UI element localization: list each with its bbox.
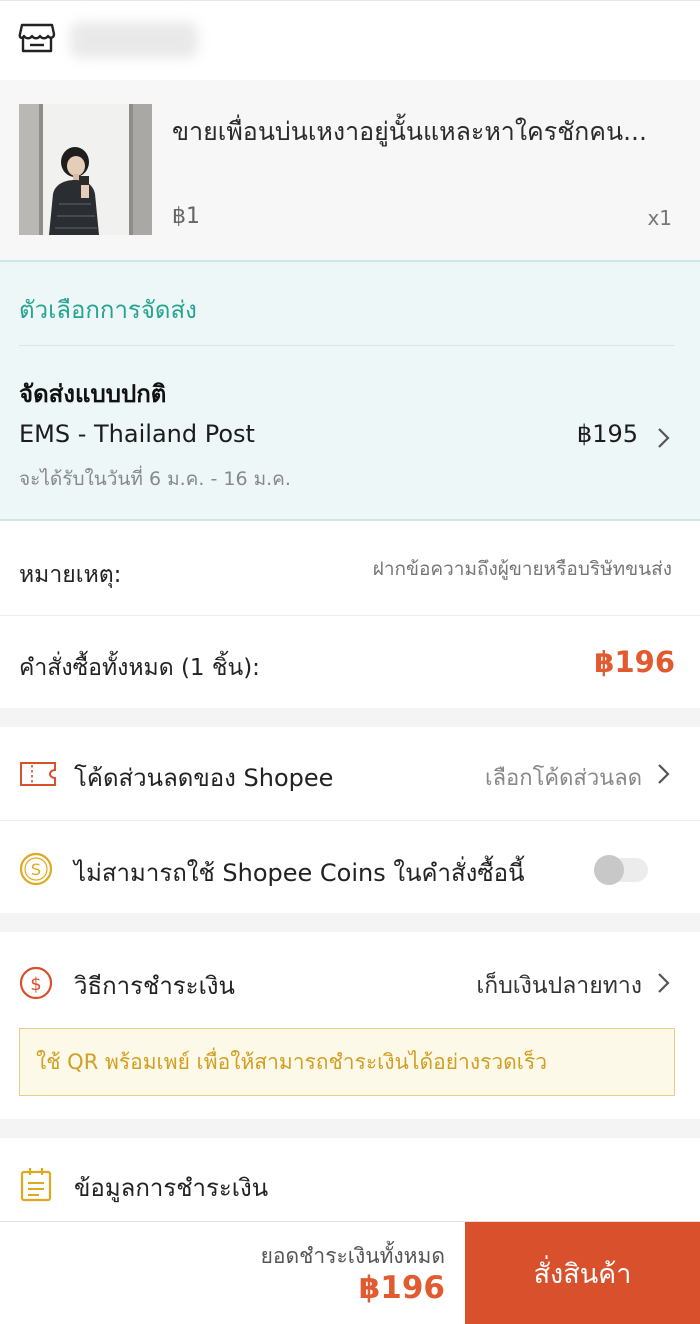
chevron-right-icon[interactable] (656, 971, 672, 995)
voucher-label: โค้ดส่วนลดของ Shopee (74, 764, 334, 792)
svg-text:S: S (31, 860, 41, 879)
footer-total-value: ฿196 (358, 1270, 445, 1306)
payment-method-label: วิธีการชำระเงิน (74, 972, 235, 1000)
voucher-ticket-icon (20, 762, 56, 786)
product-quantity: x1 (647, 206, 672, 230)
payment-info-label: ข้อมูลการชำระเงิน (74, 1174, 269, 1202)
coins-toggle[interactable] (594, 855, 624, 885)
shipping-options-heading: ตัวเลือกการจัดส่ง (19, 296, 197, 324)
shop-icon (18, 23, 56, 53)
qr-promptpay-text: ใช้ QR พร้อมเพย์ เพื่อให้สามารถชำระเงินไ… (36, 1050, 548, 1074)
coin-icon: S (19, 852, 53, 886)
shipping-type: จัดส่งแบบปกติ (19, 380, 167, 408)
order-total-value: ฿196 (594, 645, 675, 679)
shipping-eta: จะได้รับในวันที่ 6 ม.ค. - 16 ม.ค. (19, 468, 291, 490)
place-order-button[interactable]: สั่งสินค้า (465, 1222, 700, 1324)
section-gap (0, 708, 700, 727)
voucher-select-link[interactable]: เลือกโค้ดส่วนลด (485, 760, 642, 795)
product-title: ขายเพื่อนบ่นเหงาอยู่นั้นแหละหาใครชักคน..… (172, 117, 647, 146)
section-gap (0, 1119, 700, 1138)
coins-label: ไม่สามารถใช้ Shopee Coins ในคำสั่งซื้อนี… (74, 859, 525, 887)
chevron-right-icon[interactable] (656, 426, 672, 450)
order-total-label: คำสั่งซื้อทั้งหมด (1 ชิ้น): (19, 655, 260, 681)
clipboard-icon (20, 1168, 52, 1202)
dollar-circle-icon: $ (19, 966, 53, 1000)
shipping-carrier: EMS - Thailand Post (19, 420, 255, 448)
section-gap (0, 913, 700, 932)
footer-total-label: ยอดชำระเงินทั้งหมด (260, 1244, 445, 1268)
svg-text:$: $ (30, 974, 41, 995)
chevron-right-icon[interactable] (656, 762, 672, 786)
product-price: ฿1 (172, 204, 200, 229)
shop-name-blurred[interactable] (70, 22, 198, 58)
note-label: หมายเหตุ: (19, 562, 122, 588)
payment-method-value[interactable]: เก็บเงินปลายทาง (476, 968, 642, 1004)
shipping-price: ฿195 (576, 420, 638, 448)
divider (19, 345, 675, 346)
product-thumbnail (19, 104, 152, 235)
note-input[interactable] (252, 558, 672, 580)
